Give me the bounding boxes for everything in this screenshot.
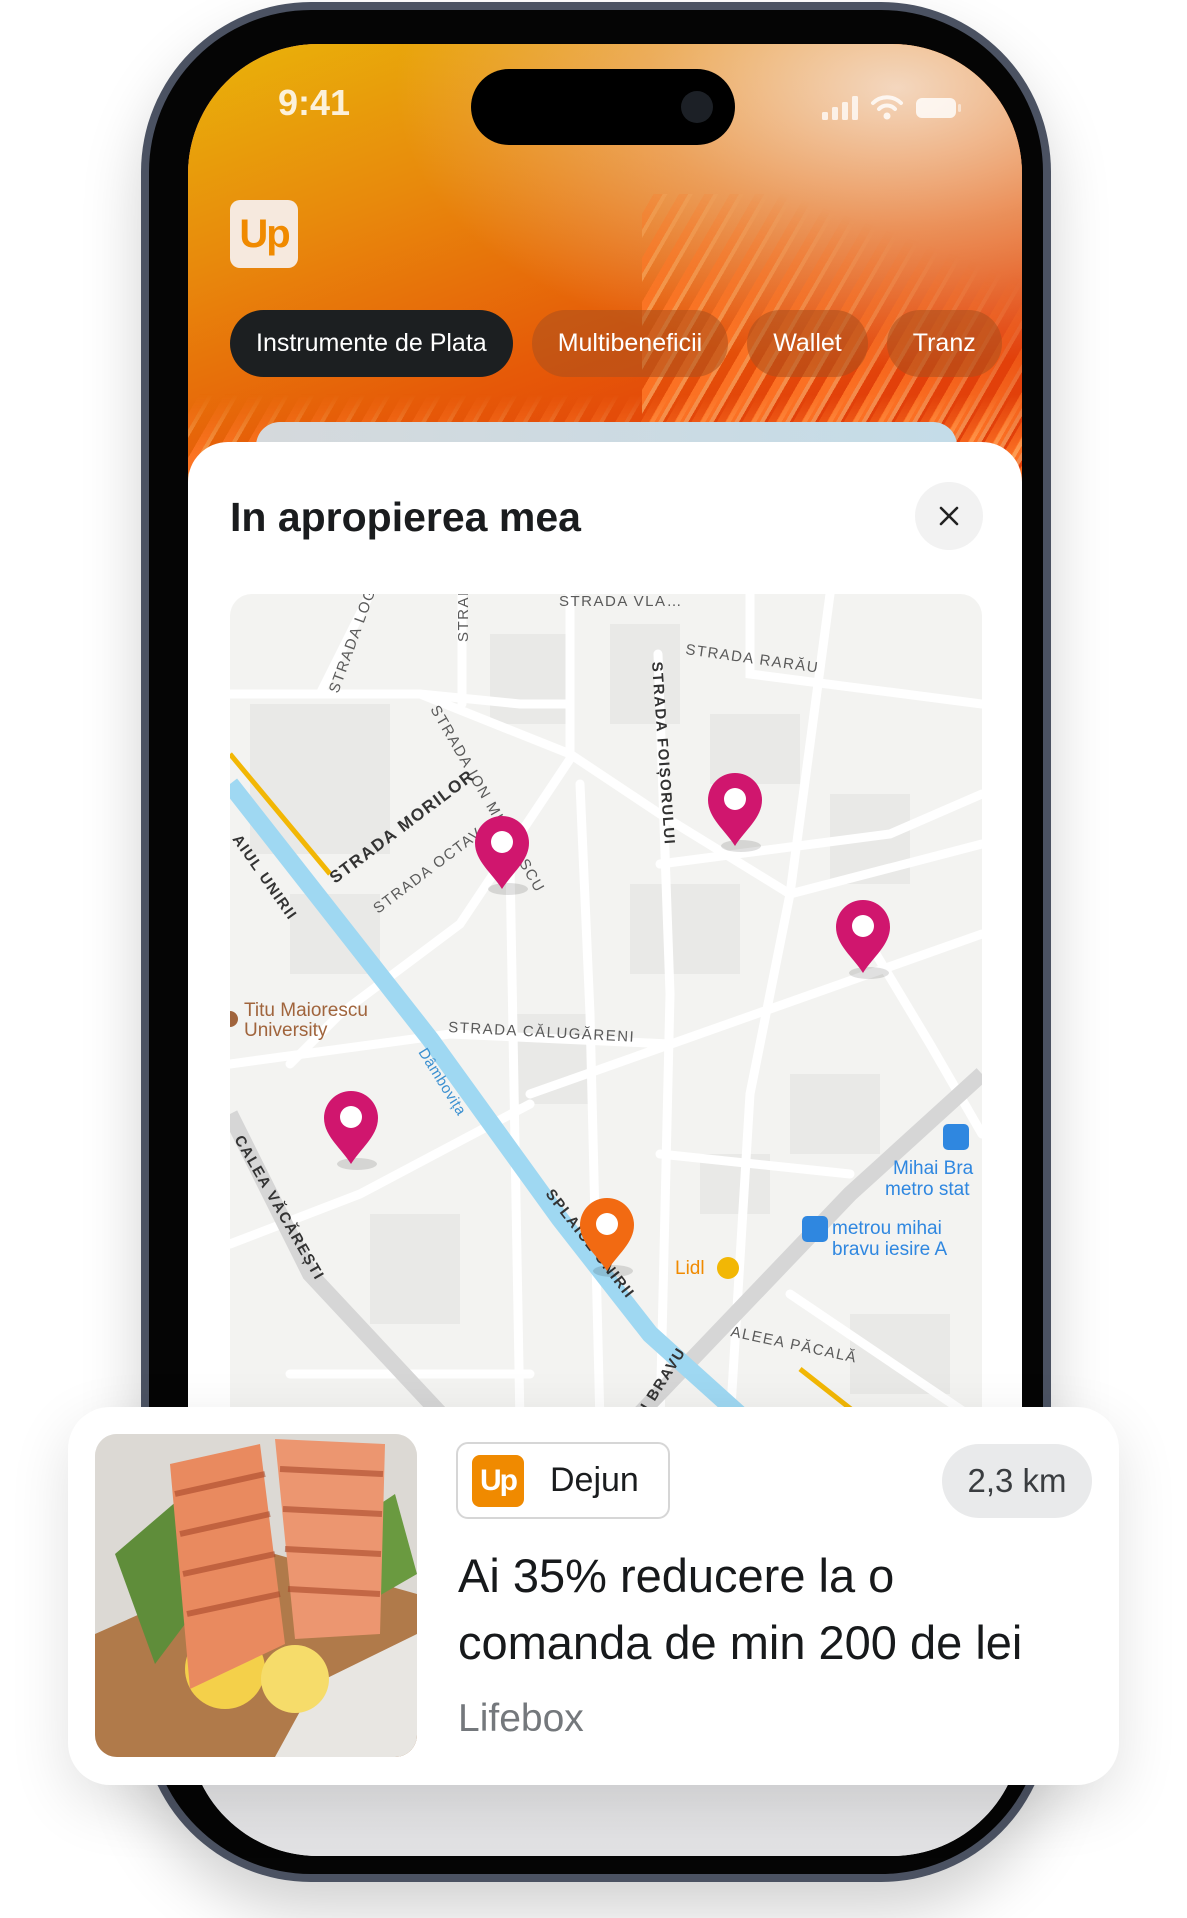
tab-multibeneficii[interactable]: Multibeneficii <box>531 310 729 377</box>
street-label: STRAI <box>455 594 472 642</box>
offer-image <box>95 1434 417 1757</box>
street-label: STRADA VLA… <box>559 594 683 610</box>
up-logo: Up <box>472 1454 524 1507</box>
camera-icon <box>681 91 713 123</box>
tab-bar: Instrumente de Plata Multibeneficii Wall… <box>230 310 1002 377</box>
poi-metro: bravu iesire A <box>832 1239 947 1260</box>
badge-label: Dejun <box>550 1461 639 1499</box>
close-icon <box>939 506 959 526</box>
distance-pill: 2,3 km <box>942 1444 1092 1518</box>
tab-tranzactii[interactable]: Tranz <box>886 310 1002 377</box>
poi-metro: Mihai Bra <box>893 1158 974 1179</box>
meal-voucher-badge: Up Dejun <box>456 1442 670 1519</box>
sheet-title: In apropierea mea <box>230 494 581 540</box>
status-time: 9:41 <box>278 82 351 123</box>
tab-wallet[interactable]: Wallet <box>747 310 868 377</box>
poi-metro: metro stat <box>885 1179 970 1200</box>
offer-headline: Ai 35% reducere la o comanda de min 200 … <box>458 1542 1098 1676</box>
street-label: STRADA LOG <box>326 594 380 695</box>
battery-icon <box>916 98 961 118</box>
dynamic-island <box>471 69 735 145</box>
map-view[interactable]: STRADA VLA… STRADA LOG STRAI STRADA RARĂ… <box>230 594 982 1424</box>
shopping-icon <box>717 1257 739 1279</box>
poi-lidl: Lidl <box>675 1258 705 1279</box>
signal-icon <box>822 96 858 120</box>
university-icon <box>230 1011 238 1027</box>
food-photo <box>95 1434 417 1757</box>
tab-instrumente-de-plata[interactable]: Instrumente de Plata <box>230 310 513 377</box>
metro-icon <box>802 1216 828 1242</box>
poi-university: Titu Maiorescu <box>244 1000 368 1021</box>
headline-line: Ai 35% reducere la o <box>458 1549 895 1602</box>
metro-icon <box>943 1124 969 1150</box>
location-pin-icon[interactable] <box>324 1091 378 1170</box>
app-logo[interactable]: Up <box>230 200 298 268</box>
merchant-name: Lifebox <box>458 1697 584 1740</box>
location-pin-icon[interactable] <box>708 773 762 852</box>
nearby-sheet: In apropierea mea STRADA VLA… STRADA LOG… <box>188 442 1022 1542</box>
wifi-icon <box>871 95 903 120</box>
offer-card[interactable]: Up Dejun 2,3 km Ai 35% reducere la o com… <box>68 1407 1119 1785</box>
poi-metro: metrou mihai <box>832 1218 942 1239</box>
status-icons <box>822 94 962 120</box>
close-button[interactable] <box>915 482 983 550</box>
headline-line: comanda de min 200 de lei <box>458 1616 1023 1669</box>
map-canvas[interactable]: STRADA VLA… STRADA LOG STRAI STRADA RARĂ… <box>230 594 982 1424</box>
poi-university: University <box>244 1020 328 1041</box>
